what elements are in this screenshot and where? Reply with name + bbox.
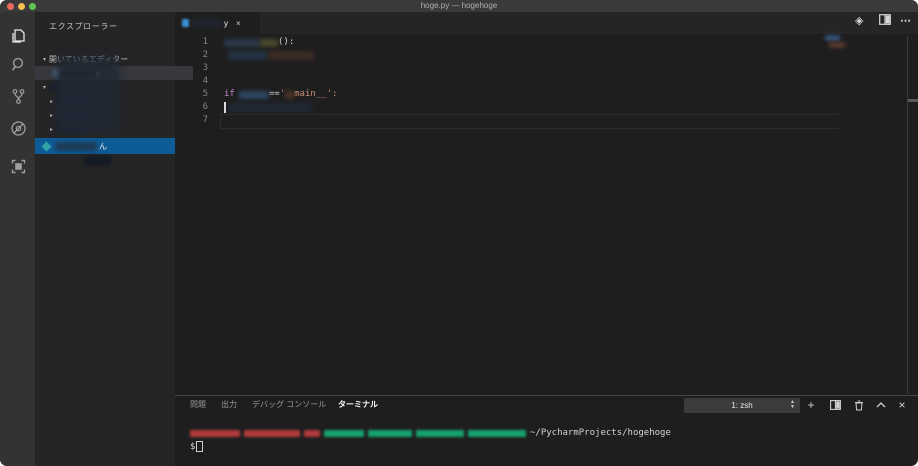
line-number: 7 bbox=[190, 114, 208, 127]
select-arrows-icon: ▲▼ bbox=[790, 400, 795, 410]
traffic-zoom-button[interactable] bbox=[29, 3, 36, 10]
redaction-blob bbox=[57, 56, 119, 134]
chevron-right-icon: ▸ bbox=[47, 112, 56, 119]
selected-file-item[interactable]: ん bbox=[35, 138, 175, 154]
editor-tab-active[interactable]: y × bbox=[175, 12, 260, 34]
python-file-icon bbox=[182, 19, 189, 27]
terminal-cwd: ~/PycharmProjects/hogehoge bbox=[530, 428, 671, 438]
traffic-minimize-button[interactable] bbox=[18, 3, 25, 10]
panel-tab-debug-console[interactable]: デバッグ コンソール bbox=[252, 399, 326, 410]
editor-scrollbar-track[interactable] bbox=[907, 36, 908, 394]
split-editor-icon[interactable] bbox=[879, 14, 891, 25]
new-terminal-icon[interactable]: + bbox=[804, 398, 818, 412]
prompt-char: $ bbox=[190, 442, 195, 452]
chevron-down-icon: ▾ bbox=[40, 56, 49, 63]
line-number: 1 bbox=[190, 36, 208, 49]
redacted-code bbox=[228, 51, 268, 60]
redaction-blob bbox=[83, 156, 111, 166]
panel-divider[interactable] bbox=[175, 395, 918, 396]
more-actions-icon[interactable]: ⋯ bbox=[900, 14, 911, 27]
selected-name-visible-char: ん bbox=[99, 141, 107, 152]
source-control-icon[interactable] bbox=[8, 86, 28, 106]
operator: == bbox=[269, 88, 280, 101]
line-number: 6 bbox=[190, 101, 208, 114]
terminal-cursor bbox=[196, 441, 203, 452]
redacted-path bbox=[324, 430, 526, 437]
activity-bar bbox=[0, 12, 35, 466]
line-number: 2 bbox=[190, 49, 208, 62]
close-panel-icon[interactable]: × bbox=[895, 398, 909, 412]
window-title: hoge.py — hogehoge bbox=[0, 0, 918, 12]
code-line-1[interactable]: (): bbox=[224, 36, 294, 49]
sidebar-title: エクスプローラー bbox=[49, 21, 118, 32]
redacted-code bbox=[285, 91, 294, 99]
editor-action-format-icon[interactable]: ◈ bbox=[855, 14, 863, 27]
terminal-output-line: ~/PycharmProjects/hogehoge bbox=[190, 428, 671, 438]
maximize-panel-icon[interactable] bbox=[874, 398, 888, 412]
code-line-6[interactable] bbox=[224, 101, 312, 114]
code-text: (): bbox=[278, 36, 294, 49]
terminal-prompt-line[interactable]: $ bbox=[190, 441, 203, 452]
panel-tab-output[interactable]: 出力 bbox=[221, 399, 237, 410]
panel-tab-problems[interactable]: 問題 bbox=[190, 399, 206, 410]
tab-name-suffix: y bbox=[224, 19, 228, 28]
terminal-shell-select[interactable]: 1: zsh ▲▼ bbox=[684, 398, 800, 413]
redacted-code bbox=[268, 51, 314, 60]
redacted-user-host bbox=[190, 430, 320, 437]
python-file-icon bbox=[42, 141, 52, 151]
redacted-code bbox=[239, 91, 269, 99]
editor-tab-bar bbox=[175, 12, 918, 34]
code-line-2[interactable] bbox=[224, 49, 314, 62]
kill-terminal-trash-icon[interactable] bbox=[852, 398, 866, 412]
close-icon[interactable]: × bbox=[236, 19, 241, 28]
redaction-blob bbox=[829, 43, 845, 47]
line-number: 4 bbox=[190, 75, 208, 88]
text-cursor bbox=[224, 102, 226, 113]
split-terminal-icon[interactable] bbox=[828, 398, 842, 412]
code-line-5[interactable]: if == ' main__': bbox=[224, 88, 337, 101]
current-line-highlight bbox=[220, 114, 839, 129]
vscode-window: hoge.py — hogehoge エクスプローラー ▾ 開いているエディター bbox=[0, 0, 918, 466]
redacted-code bbox=[228, 103, 312, 112]
explorer-sidebar: エクスプローラー ▾ 開いているエディター y ▾ ▸ ▸ ▸ bbox=[35, 12, 175, 466]
redacted-tab-name bbox=[192, 19, 222, 27]
line-number: 3 bbox=[190, 62, 208, 75]
redacted-code bbox=[224, 39, 260, 47]
debug-icon[interactable] bbox=[8, 118, 28, 138]
redacted-selected-name bbox=[55, 142, 97, 151]
traffic-close-button[interactable] bbox=[7, 3, 14, 10]
chevron-right-icon: ▸ bbox=[47, 126, 56, 133]
line-number: 5 bbox=[190, 88, 208, 101]
search-icon[interactable] bbox=[8, 54, 28, 74]
panel-tab-terminal[interactable]: ターミナル bbox=[338, 399, 378, 410]
chevron-down-icon: ▾ bbox=[40, 84, 49, 91]
chevron-right-icon: ▸ bbox=[47, 98, 56, 105]
keyword-if: if bbox=[224, 88, 235, 101]
explorer-icon[interactable] bbox=[8, 26, 28, 46]
redacted-code bbox=[260, 39, 278, 47]
extensions-icon[interactable] bbox=[8, 156, 28, 176]
shell-select-value: 1: zsh bbox=[731, 401, 752, 410]
editor-scrollbar-thumb[interactable] bbox=[908, 99, 918, 102]
string-main: main__': bbox=[294, 88, 337, 101]
redaction-blob bbox=[825, 36, 840, 40]
